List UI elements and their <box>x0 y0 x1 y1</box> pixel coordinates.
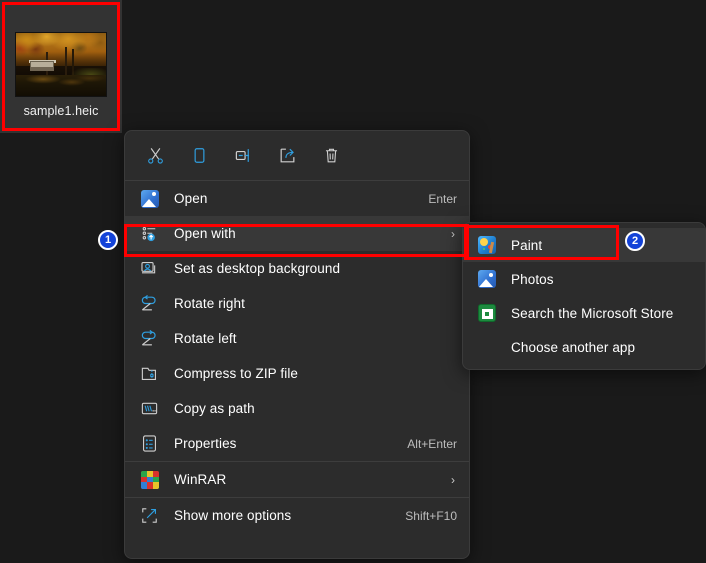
photos-icon <box>476 269 497 290</box>
menu-item-label: WinRAR <box>174 472 227 487</box>
menu-item-label: Properties <box>174 436 237 451</box>
menu-item-label: Rotate left <box>174 331 237 346</box>
menu-item-label: Show more options <box>174 508 292 523</box>
menu-item-label: Set as desktop background <box>174 261 341 276</box>
file-name-label: sample1.heic <box>23 104 99 118</box>
zip-icon <box>139 363 160 384</box>
menu-item-copy-as-path[interactable]: Copy as path <box>125 391 469 426</box>
copy-button[interactable] <box>182 140 216 172</box>
share-button[interactable] <box>270 140 304 172</box>
file-item-sample1[interactable]: sample1.heic <box>4 4 118 129</box>
menu-item-label: Copy as path <box>174 401 255 416</box>
menu-item-winrar[interactable]: WinRAR › <box>125 462 469 497</box>
microsoft-store-icon <box>476 303 497 324</box>
show-more-icon <box>139 505 160 526</box>
properties-icon <box>139 433 160 454</box>
submenu-item-label: Paint <box>511 237 543 253</box>
submenu-item-label: Photos <box>511 271 554 287</box>
menu-item-rotate-left[interactable]: Rotate left <box>125 321 469 356</box>
chevron-right-icon: › <box>451 226 455 241</box>
cut-button[interactable] <box>138 140 172 172</box>
menu-item-accelerator: Shift+F10 <box>405 508 457 523</box>
menu-item-show-more-options[interactable]: Show more options Shift+F10 <box>125 498 469 533</box>
delete-button[interactable] <box>314 140 348 172</box>
menu-item-open[interactable]: Open Enter <box>125 181 469 216</box>
menu-item-accelerator: Alt+Enter <box>407 436 457 451</box>
rotate-right-icon <box>139 293 160 314</box>
rename-button[interactable] <box>226 140 260 172</box>
menu-item-set-as-desktop-background[interactable]: Set as desktop background <box>125 251 469 286</box>
copy-path-icon <box>139 398 160 419</box>
file-thumbnail <box>15 32 107 97</box>
step-badge-2: 2 <box>625 231 645 251</box>
paint-icon <box>476 235 497 256</box>
chevron-right-icon: › <box>451 472 455 487</box>
winrar-icon <box>139 469 160 490</box>
submenu-item-photos[interactable]: Photos <box>463 262 705 296</box>
context-menu: Open Enter Open with › Set as desktop ba… <box>124 130 470 559</box>
menu-item-compress-to-zip[interactable]: Compress to ZIP file <box>125 356 469 391</box>
menu-item-label: Open <box>174 191 208 206</box>
open-with-submenu: Paint Photos Search the Microsoft Store … <box>462 222 706 370</box>
step-badge-1: 1 <box>98 230 118 250</box>
screenshot-root: sample1.heic Open Enter Open with › Set … <box>0 0 706 563</box>
rotate-left-icon <box>139 328 160 349</box>
submenu-item-paint[interactable]: Paint <box>463 228 705 262</box>
context-menu-toolbar <box>125 131 469 180</box>
menu-item-rotate-right[interactable]: Rotate right <box>125 286 469 321</box>
desktop-background-icon <box>139 258 160 279</box>
photos-icon <box>139 188 160 209</box>
open-with-icon <box>139 223 160 244</box>
menu-item-accelerator: Enter <box>428 191 457 206</box>
menu-item-properties[interactable]: Properties Alt+Enter <box>125 426 469 461</box>
submenu-item-search-microsoft-store[interactable]: Search the Microsoft Store <box>463 296 705 330</box>
submenu-item-label: Search the Microsoft Store <box>511 305 674 321</box>
menu-item-label: Compress to ZIP file <box>174 366 299 381</box>
menu-item-label: Open with <box>174 226 236 241</box>
submenu-item-label: Choose another app <box>511 339 636 355</box>
menu-item-open-with[interactable]: Open with › <box>125 216 469 251</box>
menu-item-label: Rotate right <box>174 296 245 311</box>
submenu-item-choose-another-app[interactable]: Choose another app <box>463 330 705 364</box>
